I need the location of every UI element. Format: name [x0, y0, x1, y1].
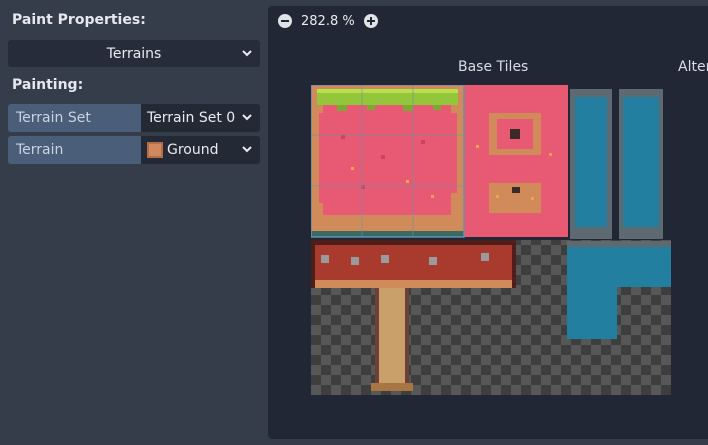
painting-title: Painting: — [12, 77, 84, 93]
chevron-down-icon — [242, 114, 252, 121]
base-tiles-label: Base Tiles — [458, 59, 529, 75]
terrain-label: Terrain — [8, 136, 141, 164]
alternative-tiles-label: Alter — [678, 59, 708, 75]
terrain-set-value: Terrain Set 0 — [147, 110, 236, 126]
left-panel: Paint Properties: Terrains Painting: Ter… — [0, 0, 268, 445]
terrain-set-dropdown[interactable]: Terrain Set 0 — [141, 104, 260, 132]
paint-properties-title: Paint Properties: — [12, 12, 146, 28]
zoom-level[interactable]: 282.8 % — [301, 14, 355, 29]
tile-pillar[interactable] — [371, 288, 413, 391]
terrain-set-row: Terrain Set Terrain Set 0 — [8, 104, 260, 132]
tile-atlas[interactable] — [311, 85, 671, 395]
terrain-set-label: Terrain Set — [8, 104, 141, 132]
paint-mode-dropdown[interactable]: Terrains — [8, 40, 260, 67]
zoom-controls: 282.8 % — [278, 11, 378, 31]
zoom-out-icon[interactable] — [278, 14, 292, 28]
tile-pink-ground[interactable] — [464, 85, 568, 237]
zoom-in-icon[interactable] — [363, 14, 378, 28]
paint-mode-value: Terrains — [106, 45, 162, 62]
terrain-row: Terrain Ground — [8, 136, 260, 164]
terrain-value: Ground — [167, 142, 219, 158]
tile-grass-ground[interactable] — [311, 85, 464, 237]
atlas-view[interactable]: 282.8 % Base Tiles Alter — [268, 6, 708, 439]
tile-lava-strip[interactable] — [311, 240, 516, 288]
terrain-dropdown[interactable]: Ground — [141, 136, 260, 164]
terrain-swatch-icon — [147, 142, 163, 158]
chevron-down-icon — [242, 50, 252, 57]
chevron-down-icon — [242, 146, 252, 153]
